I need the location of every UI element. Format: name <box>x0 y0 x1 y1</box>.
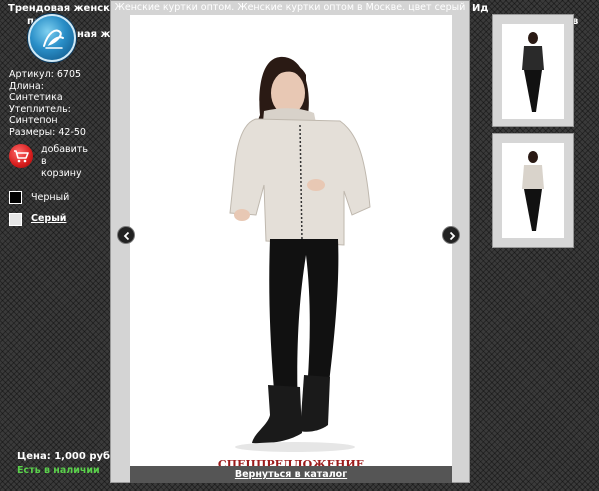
cart-label-line[interactable]: в <box>41 156 101 168</box>
chevron-right-icon[interactable] <box>447 231 457 241</box>
thumbnail-image[interactable] <box>502 143 564 238</box>
cart-icon[interactable] <box>9 144 33 168</box>
article-number: Артикул: 6705 <box>9 69 82 80</box>
color-swatch-gray[interactable] <box>9 213 22 226</box>
model-photo <box>229 56 371 452</box>
product-photo: СПЕЦПРЕДЛОЖЕНИЕ <box>130 15 452 466</box>
thumbnail-gray[interactable] <box>492 133 574 248</box>
thumbnail-image[interactable] <box>502 24 564 119</box>
thumbnail-black[interactable] <box>492 14 574 127</box>
add-to-cart-label[interactable]: добавить в корзину <box>41 144 101 180</box>
color-option-gray[interactable]: Серый <box>31 213 66 224</box>
special-offer-label: СПЕЦПРЕДЛОЖЕНИЕ <box>217 458 365 466</box>
lightbox-title: Женские куртки оптом. Женские куртки опт… <box>114 2 466 13</box>
cart-label-line[interactable]: корзину <box>41 168 101 180</box>
color-option-black[interactable]: Черный <box>31 192 69 203</box>
price: Цена: 1,000 руб. <box>17 451 114 462</box>
image-lightbox: Женские куртки оптом. Женские куртки опт… <box>110 0 470 483</box>
insulation-label: Утеплитель: <box>9 103 71 115</box>
chevron-left-icon[interactable] <box>122 231 132 241</box>
prev-image-button[interactable] <box>117 226 135 244</box>
cart-label-line[interactable]: добавить <box>41 144 101 156</box>
price-label: Цена: <box>17 451 51 462</box>
length-label: Длина: <box>9 80 44 92</box>
signature-icon <box>43 29 64 49</box>
color-swatch-black[interactable] <box>9 191 22 204</box>
length-value: Синтетика <box>9 92 63 103</box>
sizes-text: Размеры: 42-50 <box>9 126 86 138</box>
back-to-catalog-link[interactable]: Вернуться в каталог <box>235 469 347 480</box>
insulation-value: Синтепон <box>9 115 58 126</box>
bg-line: Трендовая женска <box>8 3 110 14</box>
product-info: Артикул: 6705 Длина: Синтетика Утеплител… <box>9 69 86 138</box>
next-image-button[interactable] <box>442 226 460 244</box>
price-value: 1,000 руб. <box>54 451 114 462</box>
stock-status: Есть в наличии <box>17 465 100 476</box>
site-logo <box>28 14 76 62</box>
lightbox-footer: Вернуться в каталог <box>130 466 452 483</box>
